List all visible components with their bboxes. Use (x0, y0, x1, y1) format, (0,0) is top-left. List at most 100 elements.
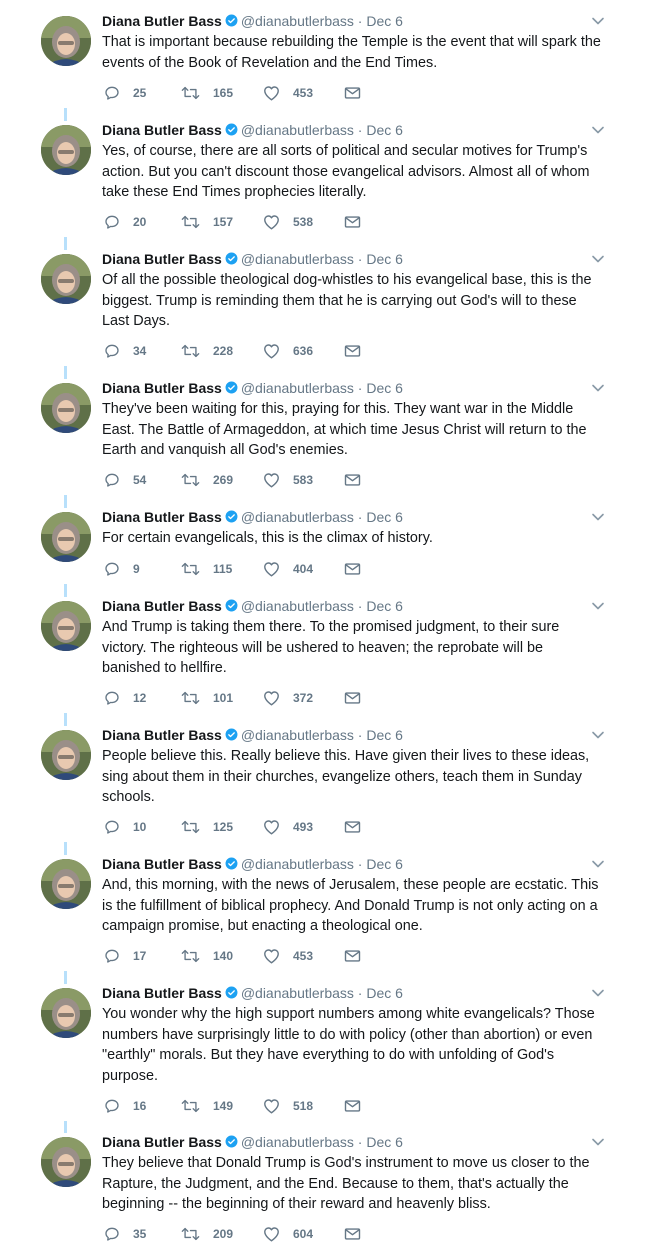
tweet[interactable]: Diana Butler Bass @dianabutlerbass · Dec … (0, 984, 646, 1121)
chevron-down-icon[interactable] (591, 986, 605, 1000)
avatar[interactable] (41, 383, 91, 433)
reply-button[interactable]: 20 (104, 213, 146, 231)
like-button[interactable]: 538 (263, 213, 313, 231)
avatar[interactable] (41, 601, 91, 651)
chevron-down-icon[interactable] (591, 14, 605, 28)
author-name[interactable]: Diana Butler Bass (102, 251, 222, 267)
author-handle[interactable]: @dianabutlerbass (241, 985, 354, 1001)
chevron-down-icon[interactable] (591, 381, 605, 395)
tweet-date[interactable]: Dec 6 (366, 856, 403, 872)
retweet-button[interactable]: 140 (181, 947, 233, 965)
avatar[interactable] (41, 1137, 91, 1187)
chevron-down-icon[interactable] (591, 123, 605, 137)
chevron-down-icon[interactable] (591, 1135, 605, 1149)
retweet-button[interactable]: 209 (181, 1225, 233, 1243)
tweet-date[interactable]: Dec 6 (366, 598, 403, 614)
author-name[interactable]: Diana Butler Bass (102, 13, 222, 29)
author-handle[interactable]: @dianabutlerbass (241, 509, 354, 525)
author-name[interactable]: Diana Butler Bass (102, 380, 222, 396)
retweet-button[interactable]: 101 (181, 689, 233, 707)
author-name[interactable]: Diana Butler Bass (102, 856, 222, 872)
reply-button[interactable]: 17 (104, 947, 146, 965)
tweet-date[interactable]: Dec 6 (366, 727, 403, 743)
retweet-button[interactable]: 149 (181, 1097, 233, 1115)
direct-message-button[interactable] (344, 213, 361, 231)
like-button[interactable]: 453 (263, 947, 313, 965)
author-handle[interactable]: @dianabutlerbass (241, 251, 354, 267)
tweet-date[interactable]: Dec 6 (366, 985, 403, 1001)
direct-message-button[interactable] (344, 947, 361, 965)
direct-message-button[interactable] (344, 560, 361, 578)
direct-message-button[interactable] (344, 818, 361, 836)
like-button[interactable]: 583 (263, 471, 313, 489)
like-button[interactable]: 636 (263, 342, 313, 360)
like-button[interactable]: 493 (263, 818, 313, 836)
retweet-button[interactable]: 228 (181, 342, 233, 360)
tweet[interactable]: Diana Butler Bass @dianabutlerbass · Dec … (0, 597, 646, 713)
tweet[interactable]: Diana Butler Bass @dianabutlerbass · Dec … (0, 508, 646, 584)
reply-button[interactable]: 25 (104, 84, 146, 102)
avatar[interactable] (41, 988, 91, 1038)
direct-message-button[interactable] (344, 84, 361, 102)
author-name[interactable]: Diana Butler Bass (102, 509, 222, 525)
author-handle[interactable]: @dianabutlerbass (241, 856, 354, 872)
chevron-down-icon[interactable] (591, 510, 605, 524)
author-handle[interactable]: @dianabutlerbass (241, 598, 354, 614)
author-name[interactable]: Diana Butler Bass (102, 598, 222, 614)
author-handle[interactable]: @dianabutlerbass (241, 1134, 354, 1150)
reply-button[interactable]: 12 (104, 689, 146, 707)
direct-message-button[interactable] (344, 1097, 361, 1115)
chevron-down-icon[interactable] (591, 252, 605, 266)
retweet-button[interactable]: 165 (181, 84, 233, 102)
tweet[interactable]: Diana Butler Bass @dianabutlerbass · Dec … (0, 121, 646, 237)
tweet-date[interactable]: Dec 6 (366, 251, 403, 267)
like-button[interactable]: 404 (263, 560, 313, 578)
avatar[interactable] (41, 254, 91, 304)
chevron-down-icon[interactable] (591, 599, 605, 613)
tweet[interactable]: Diana Butler Bass @dianabutlerbass · Dec … (0, 1133, 646, 1249)
author-handle[interactable]: @dianabutlerbass (241, 380, 354, 396)
author-name[interactable]: Diana Butler Bass (102, 727, 222, 743)
retweet-button[interactable]: 157 (181, 213, 233, 231)
tweet-date[interactable]: Dec 6 (366, 380, 403, 396)
direct-message-button[interactable] (344, 689, 361, 707)
author-name[interactable]: Diana Butler Bass (102, 122, 222, 138)
reply-button[interactable]: 34 (104, 342, 146, 360)
tweet[interactable]: Diana Butler Bass @dianabutlerbass · Dec … (0, 855, 646, 971)
avatar[interactable] (41, 125, 91, 175)
tweet[interactable]: Diana Butler Bass @dianabutlerbass · Dec … (0, 12, 646, 108)
reply-button[interactable]: 54 (104, 471, 146, 489)
like-button[interactable]: 453 (263, 84, 313, 102)
author-handle[interactable]: @dianabutlerbass (241, 122, 354, 138)
tweet[interactable]: Diana Butler Bass @dianabutlerbass · Dec … (0, 726, 646, 842)
reply-button[interactable]: 35 (104, 1225, 146, 1243)
retweet-button[interactable]: 269 (181, 471, 233, 489)
like-button[interactable]: 604 (263, 1225, 313, 1243)
direct-message-button[interactable] (344, 471, 361, 489)
retweet-button[interactable]: 125 (181, 818, 233, 836)
tweet[interactable]: Diana Butler Bass @dianabutlerbass · Dec … (0, 379, 646, 495)
avatar[interactable] (41, 16, 91, 66)
chevron-down-icon[interactable] (591, 728, 605, 742)
direct-message-button[interactable] (344, 1225, 361, 1243)
reply-button[interactable]: 9 (104, 560, 140, 578)
retweet-button[interactable]: 115 (181, 560, 232, 578)
tweet-date[interactable]: Dec 6 (366, 1134, 403, 1150)
tweet-date[interactable]: Dec 6 (366, 509, 403, 525)
tweet-date[interactable]: Dec 6 (366, 13, 403, 29)
author-handle[interactable]: @dianabutlerbass (241, 727, 354, 743)
reply-button[interactable]: 16 (104, 1097, 146, 1115)
author-handle[interactable]: @dianabutlerbass (241, 13, 354, 29)
author-name[interactable]: Diana Butler Bass (102, 1134, 222, 1150)
like-button[interactable]: 518 (263, 1097, 313, 1115)
reply-button[interactable]: 10 (104, 818, 146, 836)
avatar[interactable] (41, 512, 91, 562)
chevron-down-icon[interactable] (591, 857, 605, 871)
avatar[interactable] (41, 730, 91, 780)
author-name[interactable]: Diana Butler Bass (102, 985, 222, 1001)
tweet[interactable]: Diana Butler Bass @dianabutlerbass · Dec … (0, 250, 646, 366)
tweet-date[interactable]: Dec 6 (366, 122, 403, 138)
avatar[interactable] (41, 859, 91, 909)
direct-message-button[interactable] (344, 342, 361, 360)
like-button[interactable]: 372 (263, 689, 313, 707)
